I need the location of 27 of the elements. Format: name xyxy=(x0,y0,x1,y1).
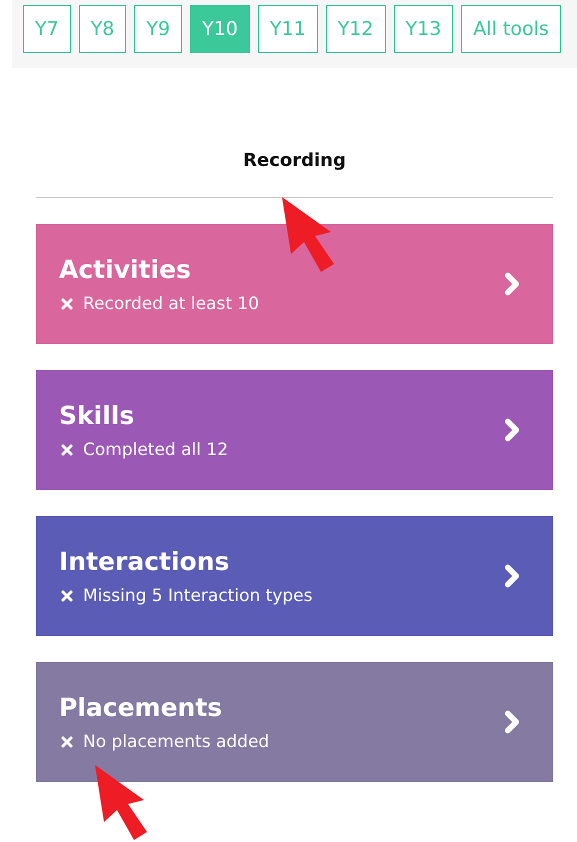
pointer-arrow-icon xyxy=(92,762,150,842)
year-tab[interactable]: Y7 xyxy=(23,5,71,53)
card-title: Interactions xyxy=(59,546,230,576)
category-card[interactable]: Activities Recorded at least 10 xyxy=(36,224,553,344)
year-tab[interactable]: Y8 xyxy=(78,5,126,53)
card-status: Completed all 12 xyxy=(83,440,228,460)
card-title: Activities xyxy=(59,254,192,284)
year-tab[interactable]: Y11 xyxy=(258,5,318,53)
card-title: Placements xyxy=(59,692,224,722)
card-status: Missing 5 Interaction types xyxy=(83,586,312,606)
card-title: Skills xyxy=(59,400,136,430)
year-tab[interactable]: Y10 xyxy=(190,5,250,53)
year-tab[interactable]: Y12 xyxy=(326,5,386,53)
cross-icon xyxy=(59,734,75,750)
year-tab[interactable]: Y9 xyxy=(134,5,182,53)
category-card[interactable]: Skills Completed all 12 xyxy=(36,370,553,490)
card-status: Recorded at least 10 xyxy=(83,294,260,314)
year-tab[interactable]: Y13 xyxy=(394,5,454,53)
cross-icon xyxy=(59,296,75,312)
category-card[interactable]: Interactions Missing 5 Interaction types xyxy=(36,516,553,636)
pointer-arrow-icon xyxy=(279,194,337,274)
year-tab[interactable]: All tools xyxy=(461,5,561,53)
card-status: No placements added xyxy=(83,732,270,752)
section-title: Recording xyxy=(36,150,553,198)
cross-icon xyxy=(59,442,75,458)
category-card[interactable]: Placements No placements added xyxy=(36,662,553,782)
cross-icon xyxy=(59,588,75,604)
